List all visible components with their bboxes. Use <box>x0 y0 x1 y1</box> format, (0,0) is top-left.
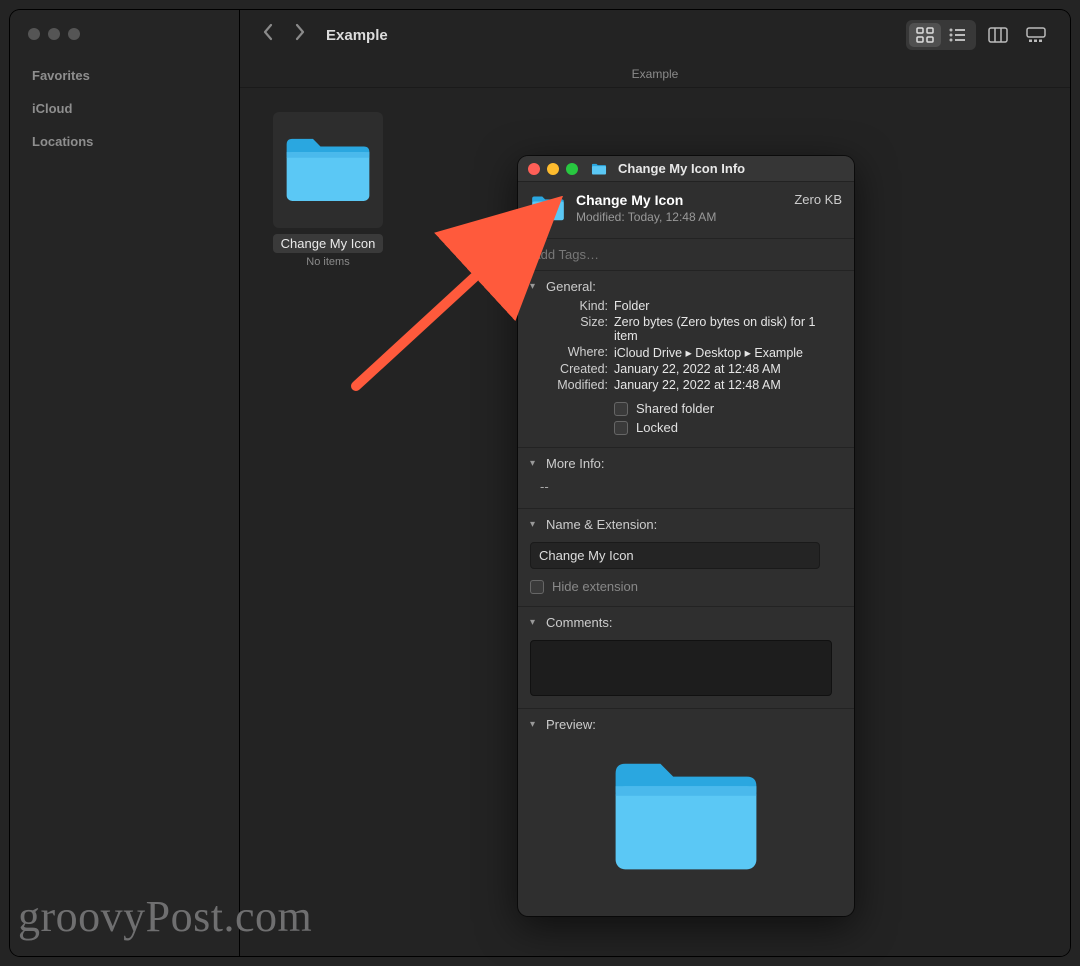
path-item[interactable]: Example <box>632 67 679 81</box>
section-preview: ▾ Preview: <box>518 709 854 916</box>
info-modified: Modified: Today, 12:48 AM <box>576 210 784 224</box>
section-preview-header[interactable]: ▾ Preview: <box>530 717 842 736</box>
shared-folder-row[interactable]: Shared folder <box>614 401 842 416</box>
section-comments: ▾ Comments: <box>518 607 854 709</box>
get-info-window: Change My Icon Info Change My Icon Modif… <box>518 156 854 916</box>
more-info-value: -- <box>530 475 842 496</box>
close-dot[interactable] <box>28 28 40 40</box>
tags-placeholder: Add Tags… <box>532 247 599 262</box>
section-comments-header[interactable]: ▾ Comments: <box>530 615 842 634</box>
tags-field[interactable]: Add Tags… <box>518 239 854 271</box>
path-bar: Example <box>240 60 1070 88</box>
info-titlebar[interactable]: Change My Icon Info <box>518 156 854 182</box>
section-name-ext-header[interactable]: ▾ Name & Extension: <box>530 517 842 536</box>
hide-extension-checkbox[interactable] <box>530 580 544 594</box>
locked-row[interactable]: Locked <box>614 420 842 435</box>
chevron-down-icon: ▾ <box>530 719 540 730</box>
modified-value: January 22, 2022 at 12:48 AM <box>614 378 842 392</box>
info-size: Zero KB <box>794 192 842 207</box>
sidebar-heading-icloud[interactable]: iCloud <box>10 95 239 128</box>
chevron-down-icon: ▾ <box>530 281 540 292</box>
view-controls <box>906 20 1052 50</box>
sidebar-heading-favorites[interactable]: Favorites <box>10 62 239 95</box>
minimize-button[interactable] <box>547 163 559 175</box>
info-name: Change My Icon <box>576 192 784 208</box>
gallery-view-button[interactable] <box>1020 23 1052 47</box>
back-button[interactable] <box>258 23 278 47</box>
section-general: ▾ General: Kind:Folder Size:Zero bytes (… <box>518 271 854 448</box>
chevron-down-icon: ▾ <box>530 458 540 469</box>
locked-checkbox[interactable] <box>614 421 628 435</box>
window-title: Example <box>326 27 388 44</box>
sidebar: Favorites iCloud Locations <box>10 10 240 956</box>
forward-button[interactable] <box>290 23 310 47</box>
section-general-header[interactable]: ▾ General: <box>530 279 842 298</box>
preview-icon <box>530 736 842 904</box>
folder-icon <box>273 112 383 228</box>
section-more-info-header[interactable]: ▾ More Info: <box>530 456 842 475</box>
folder-subtitle: No items <box>258 256 398 268</box>
info-header: Change My Icon Modified: Today, 12:48 AM… <box>518 182 854 239</box>
view-segment <box>906 20 976 50</box>
name-extension-input[interactable] <box>530 542 820 569</box>
titlebar-folder-icon <box>591 162 607 176</box>
section-name-extension: ▾ Name & Extension: Hide extension <box>518 509 854 607</box>
minimize-dot[interactable] <box>48 28 60 40</box>
list-view-button[interactable] <box>941 23 973 47</box>
comments-textarea[interactable] <box>530 640 832 696</box>
window-controls <box>10 24 239 62</box>
where-value: iCloud Drive ▸ Desktop ▸ Example <box>614 345 842 360</box>
kind-value: Folder <box>614 299 842 313</box>
folder-item[interactable]: Change My Icon No items <box>258 112 398 268</box>
toolbar: Example <box>240 10 1070 60</box>
chevron-down-icon: ▾ <box>530 519 540 530</box>
watermark: groovyPost.com <box>18 891 312 942</box>
size-value: Zero bytes (Zero bytes on disk) for 1 it… <box>614 315 842 343</box>
created-value: January 22, 2022 at 12:48 AM <box>614 362 842 376</box>
column-view-button[interactable] <box>982 23 1014 47</box>
chevron-down-icon: ▾ <box>530 617 540 628</box>
close-button[interactable] <box>528 163 540 175</box>
folder-name: Change My Icon <box>273 234 384 253</box>
section-more-info: ▾ More Info: -- <box>518 448 854 509</box>
zoom-button[interactable] <box>566 163 578 175</box>
info-header-icon[interactable] <box>530 192 566 228</box>
shared-folder-checkbox[interactable] <box>614 402 628 416</box>
icon-view-button[interactable] <box>909 23 941 47</box>
hide-extension-row[interactable]: Hide extension <box>530 579 842 594</box>
sidebar-heading-locations[interactable]: Locations <box>10 128 239 161</box>
zoom-dot[interactable] <box>68 28 80 40</box>
info-window-title: Change My Icon Info <box>618 161 745 176</box>
